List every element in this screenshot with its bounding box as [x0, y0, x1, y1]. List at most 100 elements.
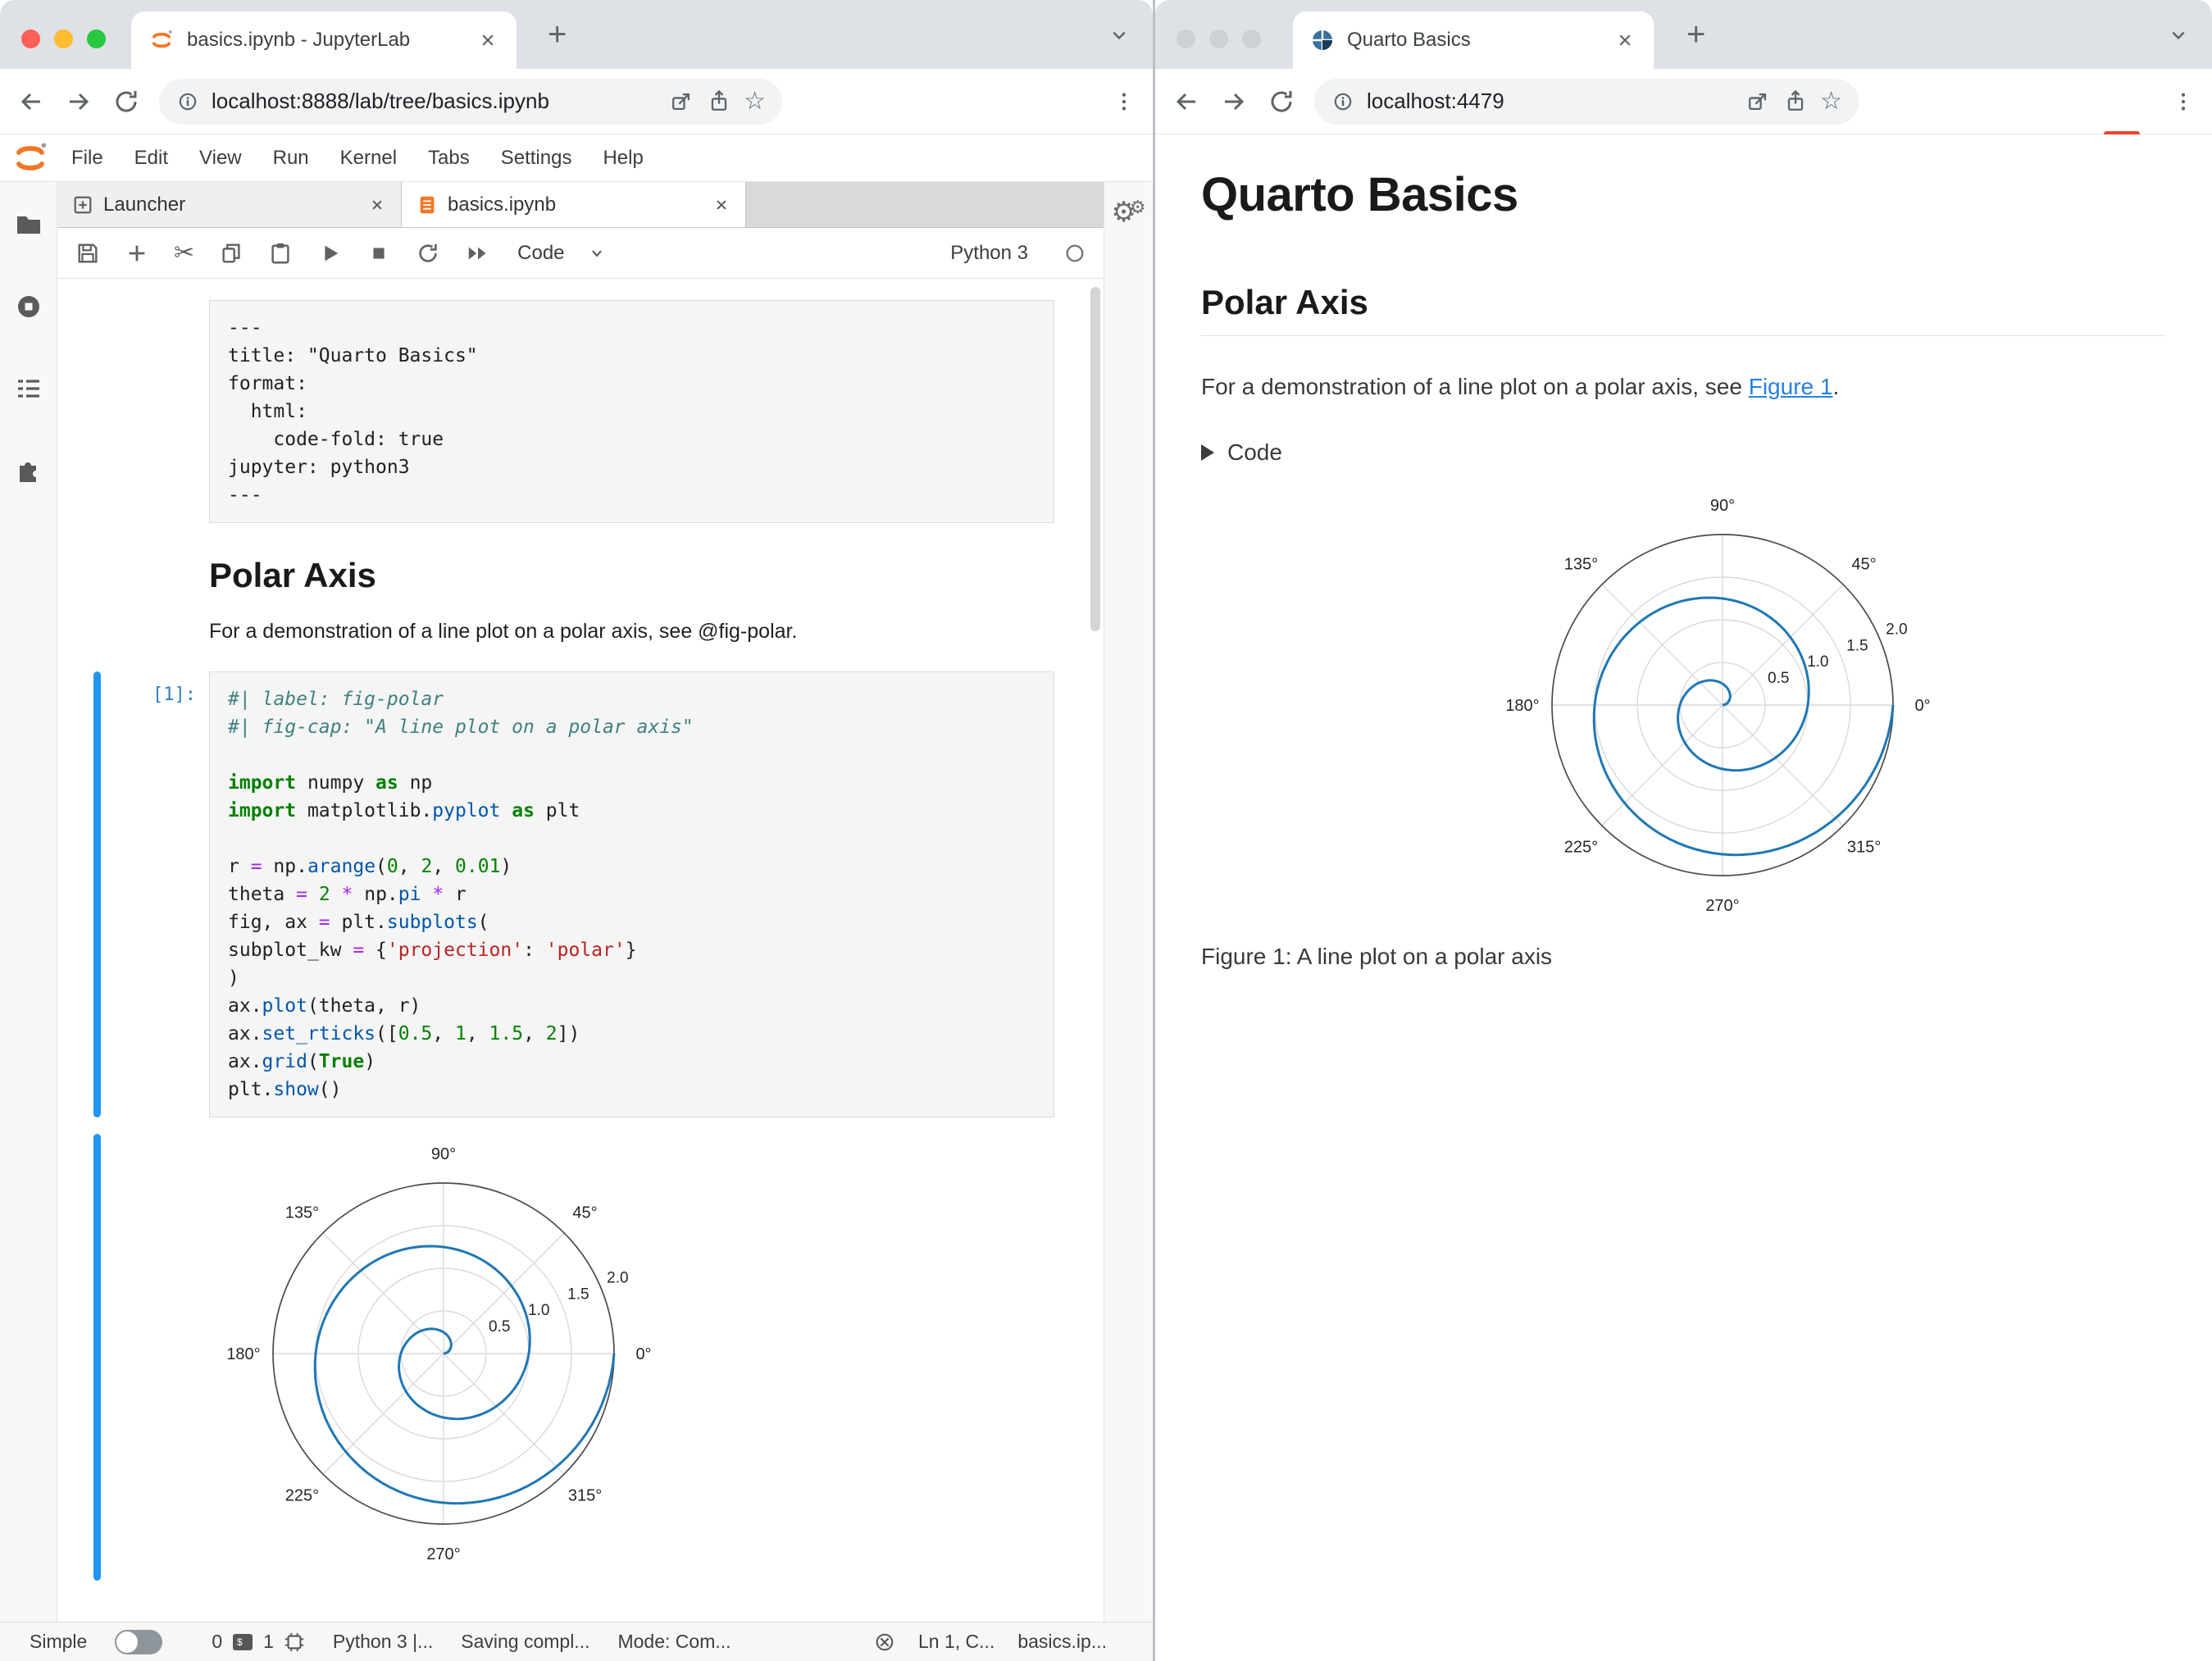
markdown-cell[interactable]: Polar Axis For a demonstration of a line…: [93, 535, 1054, 644]
table-of-contents-icon[interactable]: [14, 374, 43, 403]
insert-cell-icon[interactable]: [125, 241, 149, 266]
notebook-scroll-area[interactable]: --- title: "Quarto Basics" format: html:…: [57, 279, 1104, 1622]
jupyterlab-app: File Edit View Run Kernel Tabs Settings …: [0, 134, 1153, 1661]
tab-search-chevron-icon[interactable]: [2166, 23, 2191, 48]
tab-notebook[interactable]: basics.ipynb: [402, 182, 746, 227]
launcher-icon: [72, 194, 93, 216]
svg-text:2.0: 2.0: [1886, 621, 1907, 638]
cut-cells-icon[interactable]: ✂: [174, 239, 194, 267]
share-icon[interactable]: [1782, 89, 1809, 115]
file-browser-icon[interactable]: [14, 210, 43, 239]
new-tab-button[interactable]: +: [548, 18, 567, 51]
active-cell-indicator: [93, 671, 101, 1117]
save-icon[interactable]: [75, 241, 100, 266]
notebook-icon: [416, 194, 438, 216]
code-editor[interactable]: #| label: fig-polar #| fig-cap: "A line p…: [209, 671, 1054, 1117]
new-tab-button[interactable]: +: [1686, 18, 1705, 51]
close-window-button[interactable]: [21, 30, 40, 48]
forward-icon[interactable]: [1219, 87, 1249, 116]
bookmark-star-icon[interactable]: ☆: [744, 87, 766, 116]
restart-run-all-icon[interactable]: [465, 241, 493, 266]
minimize-window-button[interactable]: [54, 30, 73, 48]
interrupt-kernel-icon[interactable]: [366, 241, 391, 266]
open-in-new-icon[interactable]: [1745, 89, 1771, 115]
close-window-button[interactable]: [1177, 30, 1195, 48]
statusbar-filename[interactable]: basics.ip...: [1017, 1631, 1107, 1653]
share-icon[interactable]: [706, 89, 732, 115]
browser-menu-icon[interactable]: [1112, 89, 1136, 114]
tab-launcher[interactable]: Launcher: [57, 182, 402, 227]
menu-settings[interactable]: Settings: [485, 147, 588, 170]
terminals-count[interactable]: 0: [212, 1631, 222, 1653]
address-bar[interactable]: localhost:4479 ☆: [1314, 78, 1859, 125]
right-sidebar-strip: ⚙⚙: [1104, 182, 1153, 1622]
bookmark-star-icon[interactable]: ☆: [1820, 87, 1842, 116]
browser-tab[interactable]: basics.ipynb - JupyterLab: [131, 11, 517, 69]
site-info-icon[interactable]: [1331, 89, 1355, 114]
kernel-status-text[interactable]: Python 3 |...: [333, 1631, 433, 1653]
tab-close-icon[interactable]: [368, 196, 386, 214]
site-info-icon[interactable]: [175, 89, 200, 114]
svg-text:135°: 135°: [285, 1204, 319, 1222]
running-sessions-icon[interactable]: [14, 292, 43, 321]
extension-manager-puzzle-icon[interactable]: [14, 456, 43, 485]
terminal-icon: $: [232, 1632, 253, 1652]
property-inspector-gears-icon[interactable]: ⚙⚙: [1111, 198, 1145, 227]
zoom-window-button[interactable]: [1242, 30, 1261, 48]
cursor-position[interactable]: Ln 1, C...: [918, 1631, 994, 1653]
restart-kernel-icon[interactable]: [416, 241, 440, 266]
quarto-article: Quarto Basics Polar Axis For a demonstra…: [1155, 134, 2212, 1661]
browser-toolbar: localhost:8888/lab/tree/basics.ipynb ☆: [0, 69, 1153, 134]
svg-text:0°: 0°: [1914, 697, 1930, 715]
menu-view[interactable]: View: [184, 147, 257, 170]
menu-edit[interactable]: Edit: [119, 147, 184, 170]
paste-cells-icon[interactable]: [268, 241, 293, 266]
menu-help[interactable]: Help: [587, 147, 658, 170]
tab-close-icon[interactable]: [712, 196, 731, 214]
notebook-scrollbar[interactable]: [1090, 287, 1100, 631]
back-icon[interactable]: [1172, 87, 1201, 116]
menu-file[interactable]: File: [56, 147, 119, 170]
address-bar[interactable]: localhost:8888/lab/tree/basics.ipynb ☆: [159, 78, 782, 125]
kernel-name[interactable]: Python 3: [950, 242, 1028, 265]
code-cell[interactable]: [1]: #| label: fig-polar #| fig-cap: "A l…: [93, 671, 1054, 1117]
saving-status: Saving compl...: [461, 1631, 590, 1652]
svg-text:0.5: 0.5: [1768, 670, 1789, 687]
kernel-sessions-count[interactable]: 1: [263, 1631, 274, 1653]
svg-text:2.0: 2.0: [607, 1269, 628, 1286]
forward-icon[interactable]: [64, 87, 93, 116]
markdown-paragraph: For a demonstration of a line plot on a …: [209, 620, 798, 643]
back-icon[interactable]: [16, 87, 46, 116]
browser-tab[interactable]: Quarto Basics: [1293, 11, 1654, 69]
run-cell-icon[interactable]: [317, 241, 342, 266]
cell-type-dropdown[interactable]: Code: [517, 242, 607, 265]
reload-icon[interactable]: [112, 87, 141, 116]
open-in-new-icon[interactable]: [668, 89, 694, 115]
output-cell: 0° 45° 90° 135° 180° 225° 270° 315° 0.5 1.0 1.5 2.0: [93, 1134, 1054, 1581]
menu-run[interactable]: Run: [257, 147, 325, 170]
kernel-status-icon[interactable]: [1064, 243, 1086, 264]
figure-link[interactable]: Figure 1: [1749, 374, 1833, 399]
jupyter-logo: [13, 141, 48, 175]
url-text: localhost:4479: [1367, 89, 1504, 113]
raw-cell-source[interactable]: --- title: "Quarto Basics" format: html:…: [228, 314, 1035, 509]
zoom-window-button[interactable]: [87, 30, 106, 48]
tab-search-chevron-icon[interactable]: [1107, 23, 1131, 48]
browser-menu-icon[interactable]: [2171, 89, 2196, 114]
tab-close-icon[interactable]: [477, 30, 498, 51]
notifications-off-icon[interactable]: [874, 1631, 895, 1653]
raw-cell[interactable]: --- title: "Quarto Basics" format: html:…: [93, 300, 1054, 523]
menu-kernel[interactable]: Kernel: [325, 147, 412, 170]
menu-tabs[interactable]: Tabs: [412, 147, 485, 170]
tab-close-icon[interactable]: [1614, 30, 1636, 51]
copy-cells-icon[interactable]: [219, 241, 244, 266]
command-mode-status[interactable]: Mode: Com...: [617, 1631, 731, 1653]
simple-mode-toggle[interactable]: [115, 1629, 163, 1654]
minimize-window-button[interactable]: [1209, 30, 1228, 48]
reload-icon[interactable]: [1267, 87, 1296, 116]
tab-title: basics.ipynb - JupyterLab: [187, 29, 411, 51]
kernel-chip-icon: [284, 1631, 305, 1653]
svg-text:0°: 0°: [635, 1345, 651, 1363]
code-fold-toggle[interactable]: Code: [1201, 439, 2166, 466]
jupyterlab-activity-bar: [0, 182, 57, 1622]
